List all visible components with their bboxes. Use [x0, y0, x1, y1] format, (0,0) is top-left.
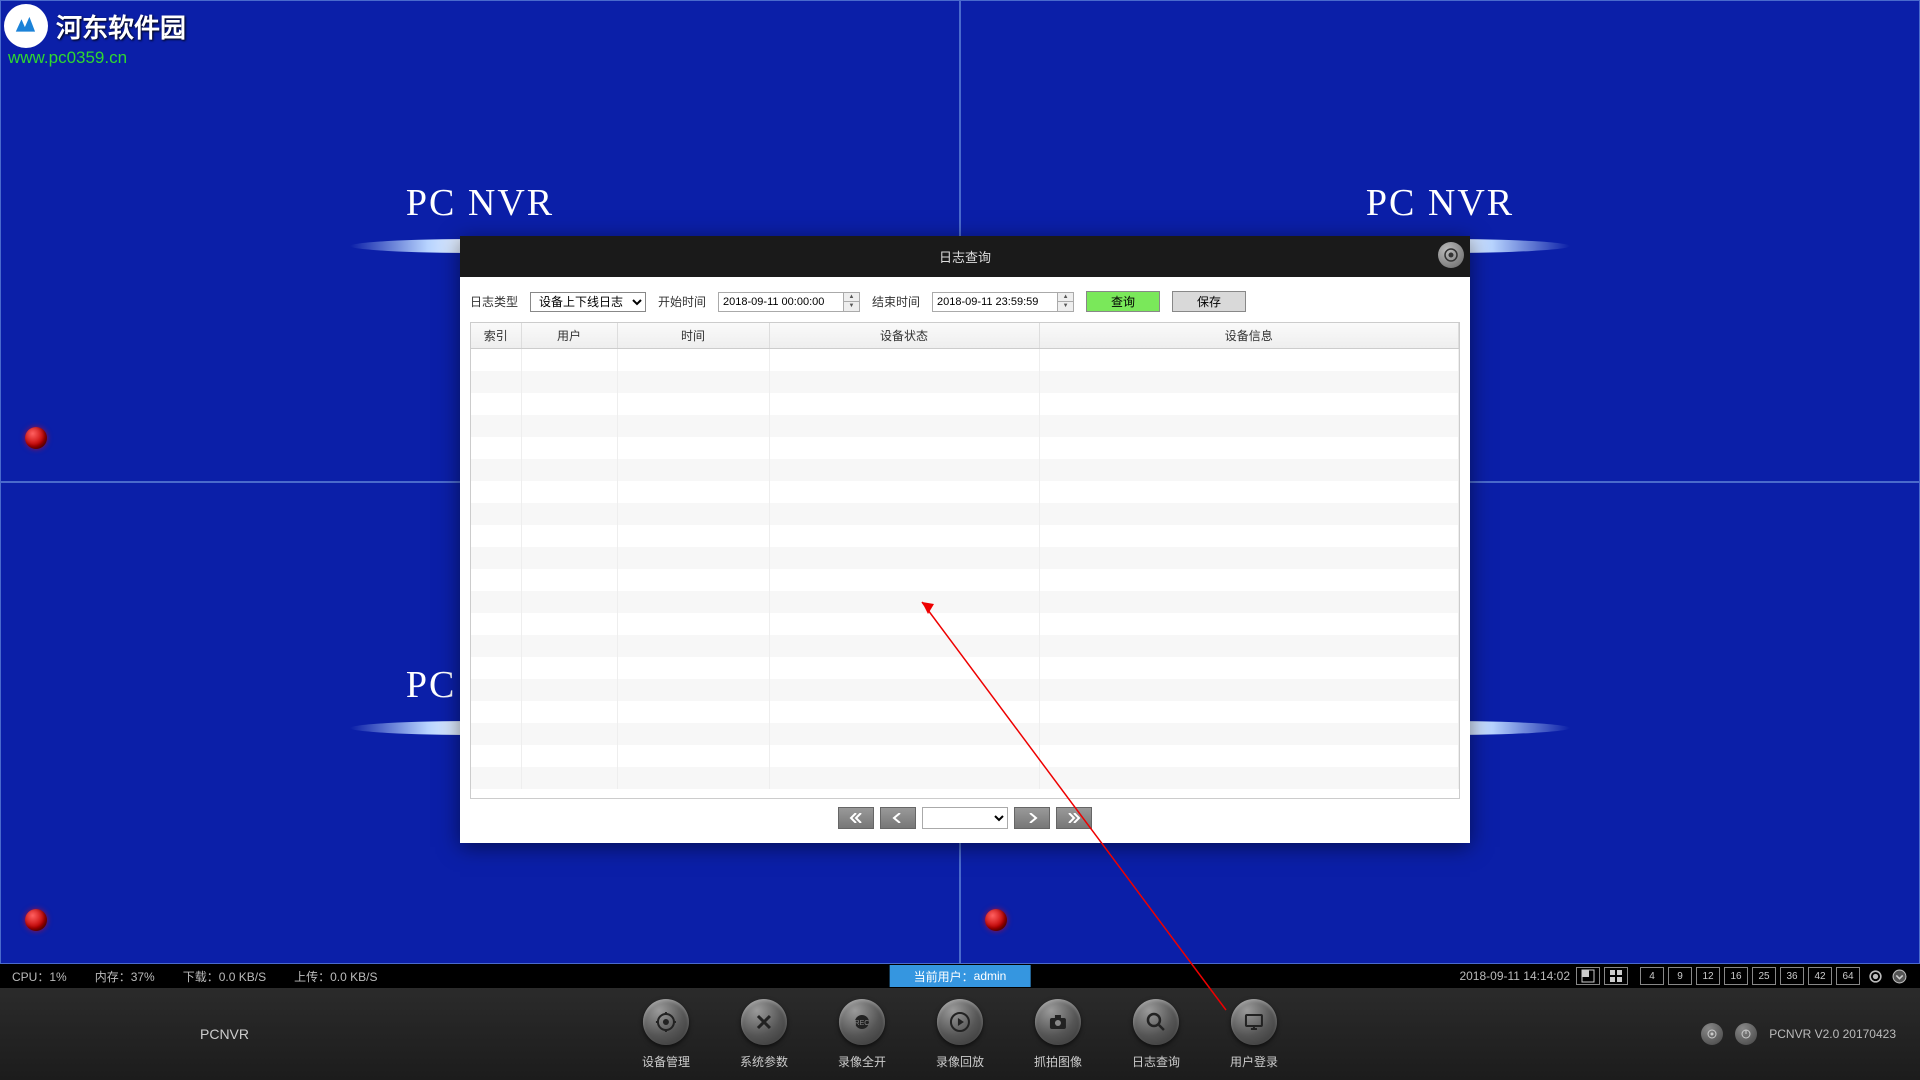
datetime: 2018-09-11 14:14:02 — [1459, 969, 1570, 983]
query-button[interactable]: 查询 — [1086, 291, 1160, 312]
watermark-logo-icon — [4, 4, 48, 48]
device-icon — [654, 1010, 678, 1034]
fullscreen-button[interactable] — [1866, 967, 1884, 985]
layout-preset-25[interactable]: 25 — [1752, 967, 1776, 985]
gear-icon — [1706, 1028, 1718, 1040]
cpu-usage: CPU：1% — [12, 968, 67, 985]
chevron-double-right-icon — [1067, 813, 1081, 823]
settings-icon — [752, 1010, 776, 1034]
log-query-button[interactable]: 日志查询 — [1132, 999, 1180, 1070]
close-icon — [1444, 248, 1458, 262]
device-manage-button[interactable]: 设备管理 — [642, 999, 690, 1070]
camera-brand-text: PC NVR — [406, 181, 554, 225]
col-user[interactable]: 用户 — [521, 323, 617, 349]
download-speed: 下载：0.0 KB/S — [183, 968, 266, 985]
pager-prev-button[interactable] — [880, 807, 916, 829]
record-all-button[interactable]: REC 录像全开 — [838, 999, 886, 1070]
camera-brand-text: PC NVR — [1366, 181, 1514, 225]
layout-preset-42[interactable]: 42 — [1808, 967, 1832, 985]
record-indicator-icon — [25, 427, 47, 449]
log-type-select[interactable]: 设备上下线日志 — [530, 292, 646, 312]
main-toolbar: PCNVR 设备管理 系统参数 REC 录像全开 录像回放 抓拍图像 日志查询 … — [0, 988, 1920, 1080]
watermark-url: www.pc0359.cn — [8, 48, 186, 68]
pager-last-button[interactable] — [1056, 807, 1092, 829]
user-login-button[interactable]: 用户登录 — [1230, 999, 1278, 1070]
log-table-body — [471, 349, 1459, 789]
end-time-label: 结束时间 — [872, 293, 920, 310]
system-params-button[interactable]: 系统参数 — [740, 999, 788, 1070]
pager-page-select[interactable] — [922, 807, 1008, 829]
app-name: PCNVR — [0, 1026, 249, 1042]
playback-button[interactable]: 录像回放 — [936, 999, 984, 1070]
layout-single-button[interactable] — [1576, 967, 1600, 985]
end-time-spinner[interactable]: ▲▼ — [1058, 292, 1074, 312]
layout-preset-36[interactable]: 36 — [1780, 967, 1804, 985]
chevron-right-icon — [1025, 813, 1039, 823]
monitor-icon — [1242, 1010, 1266, 1034]
dialog-title: 日志查询 — [939, 247, 991, 266]
version-text: PCNVR V2.0 20170423 — [1769, 1027, 1896, 1041]
layout-preset-12[interactable]: 12 — [1696, 967, 1720, 985]
start-time-input[interactable] — [718, 292, 844, 312]
end-time-input[interactable] — [932, 292, 1058, 312]
camera-icon — [1046, 1010, 1070, 1034]
log-query-dialog: 日志查询 日志类型 设备上下线日志 开始时间 ▲▼ 结束时间 ▲▼ 查询 保存 — [460, 236, 1470, 843]
dialog-title-bar[interactable]: 日志查询 — [460, 236, 1470, 277]
start-time-spinner[interactable]: ▲▼ — [844, 292, 860, 312]
search-icon — [1144, 1010, 1168, 1034]
capture-button[interactable]: 抓拍图像 — [1034, 999, 1082, 1070]
watermark: 河东软件园 www.pc0359.cn — [4, 4, 186, 68]
layout-preset-64[interactable]: 64 — [1836, 967, 1860, 985]
memory-usage: 内存：37% — [95, 968, 155, 985]
col-time[interactable]: 时间 — [617, 323, 769, 349]
log-table: 索引 用户 时间 设备状态 设备信息 — [471, 323, 1459, 789]
layout-multi-button[interactable] — [1604, 967, 1628, 985]
layout-preset-16[interactable]: 16 — [1724, 967, 1748, 985]
current-user-badge: 当前用户：admin — [890, 965, 1031, 987]
col-info[interactable]: 设备信息 — [1039, 323, 1459, 349]
layout-preset-9[interactable]: 9 — [1668, 967, 1692, 985]
play-icon — [948, 1010, 972, 1034]
status-bar: CPU：1% 内存：37% 下载：0.0 KB/S 上传：0.0 KB/S 当前… — [0, 964, 1920, 988]
pager-next-button[interactable] — [1014, 807, 1050, 829]
grid-layout-presets: 4 9 12 16 25 36 42 64 — [1576, 967, 1860, 985]
col-index[interactable]: 索引 — [471, 323, 521, 349]
close-button[interactable] — [1438, 242, 1464, 268]
watermark-name: 河东软件园 — [56, 8, 186, 45]
chevron-double-left-icon — [849, 813, 863, 823]
dialog-body: 日志类型 设备上下线日志 开始时间 ▲▼ 结束时间 ▲▼ 查询 保存 索引 — [460, 277, 1470, 843]
start-time-label: 开始时间 — [658, 293, 706, 310]
save-button[interactable]: 保存 — [1172, 291, 1246, 312]
record-indicator-icon — [985, 909, 1007, 931]
upload-speed: 上传：0.0 KB/S — [294, 968, 377, 985]
collapse-button[interactable] — [1890, 967, 1908, 985]
log-type-label: 日志类型 — [470, 293, 518, 310]
pager-first-button[interactable] — [838, 807, 874, 829]
log-table-container: 索引 用户 时间 设备状态 设备信息 — [470, 322, 1460, 799]
record-icon: REC — [850, 1010, 874, 1034]
filter-row: 日志类型 设备上下线日志 开始时间 ▲▼ 结束时间 ▲▼ 查询 保存 — [470, 287, 1460, 322]
svg-text:REC: REC — [855, 1020, 870, 1027]
layout-preset-4[interactable]: 4 — [1640, 967, 1664, 985]
pager — [470, 799, 1460, 833]
power-icon — [1740, 1028, 1752, 1040]
chevron-left-icon — [891, 813, 905, 823]
mini-button-2[interactable] — [1735, 1023, 1757, 1045]
col-status[interactable]: 设备状态 — [769, 323, 1039, 349]
mini-button-1[interactable] — [1701, 1023, 1723, 1045]
record-indicator-icon — [25, 909, 47, 931]
